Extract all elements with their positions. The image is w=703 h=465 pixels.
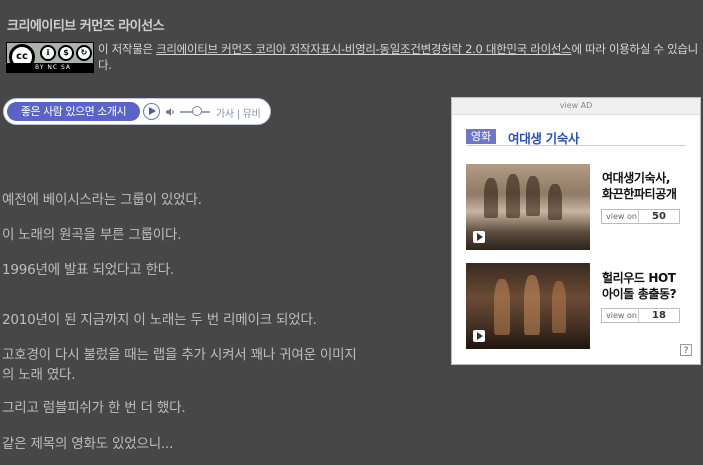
music-player: 좋은 사람 있으면 소개시 가사 | 뮤비	[3, 98, 271, 125]
view-count: 18	[638, 309, 679, 322]
post-paragraph: 고호경이 다시 불렀을 때는 랩을 추가 시켜서 꽤나 귀여운 이미지	[2, 347, 357, 363]
video-thumbnail[interactable]	[466, 164, 590, 250]
view-on-label: view on	[606, 212, 637, 221]
post-paragraph: 그리고 럼블피쉬가 한 번 더 했다.	[2, 400, 186, 416]
cc-badge-label: BY NC SA	[7, 63, 93, 72]
post-paragraph: 같은 제목의 영화도 있었으니...	[2, 436, 174, 452]
video-thumbnail[interactable]	[466, 263, 590, 349]
view-on-label: view on	[606, 311, 637, 320]
by-icon: i	[40, 45, 56, 61]
ad-item-title-line: 아이돌 총출동?	[602, 287, 677, 301]
cc-license-badge[interactable]: cc i $ ↻ BY NC SA	[6, 42, 94, 73]
play-icon	[473, 231, 485, 243]
mv-link[interactable]: 뮤비	[243, 109, 261, 120]
ad-widget: view AD 영화 여대생 기숙사 여대생기숙사, 화끈한파티공개 view …	[451, 97, 701, 365]
ad-item-title-line: 여대생기숙사,	[602, 171, 670, 185]
ad-item-title-line: 헐리우드 HOT	[602, 271, 676, 285]
post-paragraph: 2010년이 된 지금까지 이 노래는 두 번 리메이크 되었다.	[2, 312, 317, 328]
link-separator: |	[236, 109, 240, 120]
ad-bar: view AD	[452, 98, 700, 115]
post-paragraph: 의 노래 였다.	[2, 367, 76, 383]
license-text: 이 저작물은 크리에이티브 커먼즈 코리아 저작자표시-비영리-동일조건변경허락…	[98, 41, 698, 73]
post-paragraph: 1996년에 발표 되었다고 한다.	[2, 262, 175, 278]
sa-icon: ↻	[76, 45, 92, 61]
license-text-prefix: 이 저작물은	[98, 42, 157, 56]
license-link[interactable]: 크리에이티브 커먼즈 코리아 저작자표시-비영리-동일조건변경허락 2.0 대한…	[156, 42, 572, 56]
view-count: 50	[638, 210, 679, 223]
license-title: 크리에이티브 커먼즈 라이선스	[7, 19, 165, 34]
post-paragraph: 이 노래의 원곡을 부른 그룹이다.	[2, 227, 182, 243]
nc-icon: $	[58, 45, 74, 61]
volume-icon	[166, 108, 174, 116]
view-count-badge: view on 50	[601, 209, 680, 224]
divider	[466, 145, 686, 146]
volume-slider-knob[interactable]	[192, 106, 202, 116]
lyrics-link[interactable]: 가사	[216, 109, 234, 120]
song-title[interactable]: 좋은 사람 있으면 소개시	[7, 102, 140, 121]
ad-item-title[interactable]: 여대생기숙사, 화끈한파티공개	[602, 170, 677, 202]
ad-category-badge: 영화	[466, 129, 496, 144]
post-paragraph: 예전에 베이시스라는 그룹이 있었다.	[2, 192, 202, 208]
ad-item-title-line: 화끈한파티공개	[602, 187, 677, 201]
play-icon	[473, 330, 485, 342]
play-button[interactable]	[143, 103, 160, 120]
ad-item-title[interactable]: 헐리우드 HOT 아이돌 총출동?	[602, 270, 677, 302]
help-button[interactable]: ?	[680, 344, 692, 356]
player-links: 가사 | 뮤비	[216, 105, 261, 120]
view-count-badge: view on 18	[601, 308, 680, 323]
